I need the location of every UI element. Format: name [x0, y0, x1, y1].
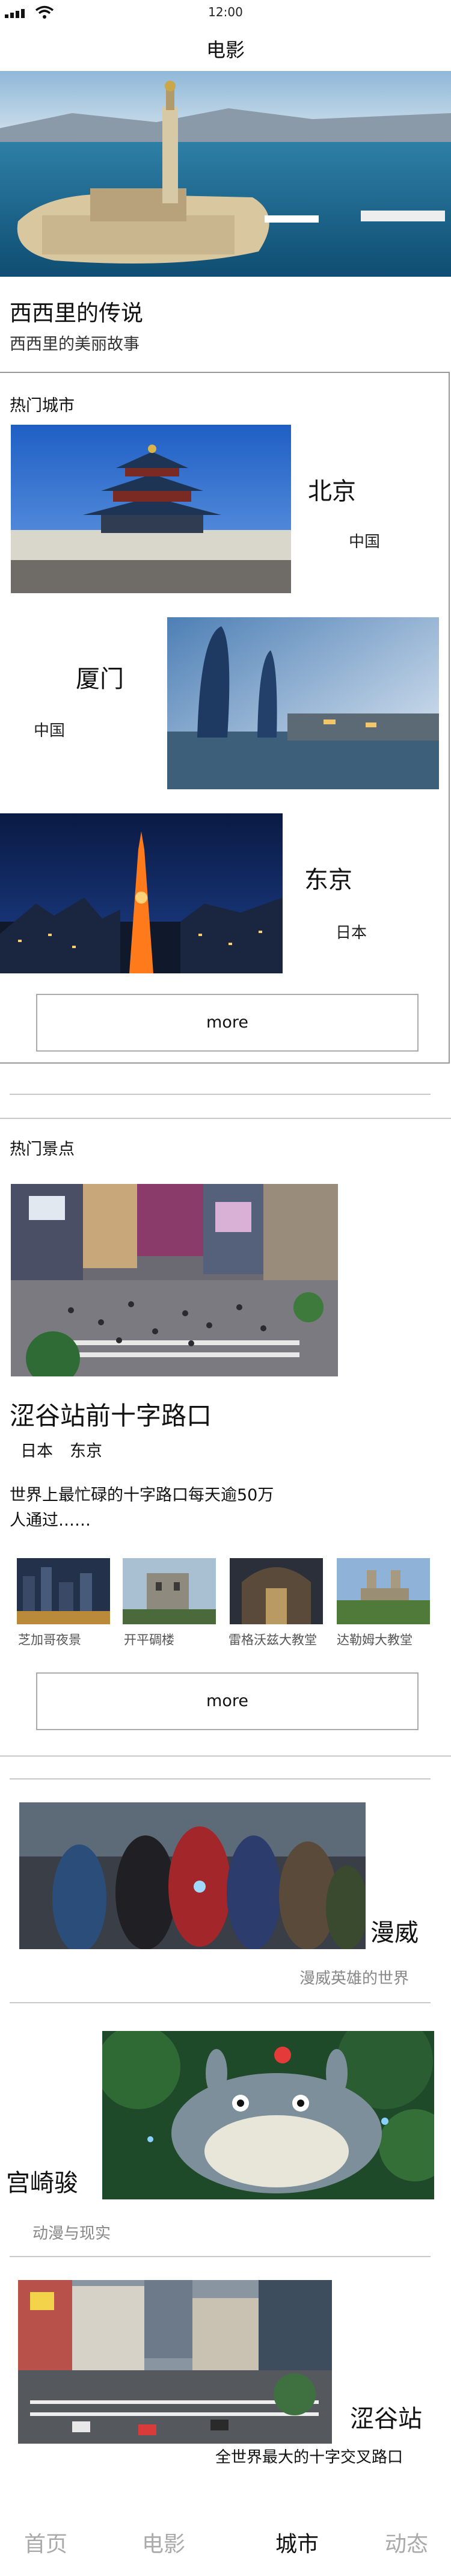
spot-photo-shibuya[interactable] [11, 1184, 338, 1376]
divider [10, 2256, 431, 2257]
divider [10, 1094, 431, 1095]
status-time: 12:00 [208, 5, 243, 19]
more-cities-button[interactable]: more [36, 994, 419, 1052]
thumbnail-regensburg[interactable] [230, 1558, 323, 1624]
hot-spots-label: 热门景点 [10, 1140, 75, 1159]
spot-title: 涩谷站前十字路口 [10, 1401, 212, 1431]
divider [0, 1118, 451, 1119]
hero-image[interactable] [0, 71, 451, 277]
status-bar: 12:00 [0, 0, 451, 24]
tab-feed[interactable]: 动态 [385, 2527, 428, 2558]
hot-cities-label: 热门城市 [10, 396, 75, 415]
thumbnail-label: 芝加哥夜景 [18, 1633, 81, 1647]
tab-cities[interactable]: 城市 [275, 2527, 319, 2558]
spot-description: 世界上最忙碌的十字路口每天逾50万人通过…… [10, 1486, 274, 1530]
promo-name-marvel: 漫威 [370, 1919, 419, 1947]
divider [0, 1755, 451, 1757]
promo-subtitle-marvel: 漫威英雄的世界 [299, 1970, 410, 1988]
tab-movies[interactable]: 电影 [142, 2527, 185, 2558]
thumbnail-kaiping[interactable] [123, 1558, 216, 1624]
spot-country: 日本 [20, 1442, 53, 1461]
promo-photo-miyazaki[interactable] [102, 2031, 434, 2199]
promo-name-shibuya: 涩谷站 [350, 2405, 422, 2433]
city-country-xiamen: 中国 [34, 722, 66, 740]
promo-subtitle-shibuya: 全世界最大的十字交叉路口 [215, 2448, 403, 2467]
promo-name-miyazaki: 宫崎骏 [6, 2169, 78, 2197]
tab-bar: 首页 电影 城市 动态 [0, 2509, 451, 2576]
page-title: 电影 [206, 39, 245, 61]
hero-title: 西西里的传说 [10, 300, 143, 326]
more-spots-button[interactable]: more [36, 1672, 419, 1730]
thumbnail-label: 达勒姆大教堂 [337, 1633, 413, 1647]
promo-subtitle-miyazaki: 动漫与现实 [32, 2225, 111, 2243]
city-name-beijing: 北京 [308, 478, 356, 505]
thumbnail-chicago[interactable] [17, 1558, 110, 1624]
city-country-tokyo: 日本 [336, 924, 367, 942]
tab-home[interactable]: 首页 [24, 2527, 67, 2558]
promo-photo-marvel[interactable] [19, 1802, 366, 1949]
thumbnail-label: 雷格沃兹大教堂 [229, 1633, 317, 1647]
city-photo-xiamen[interactable] [167, 617, 439, 789]
city-name-xiamen: 厦门 [76, 665, 124, 693]
divider [10, 1778, 431, 1779]
promo-photo-shibuya[interactable] [18, 2280, 332, 2444]
thumbnail-label: 开平碉楼 [124, 1633, 174, 1647]
city-name-tokyo: 东京 [304, 866, 352, 894]
city-photo-beijing[interactable] [11, 425, 291, 593]
hero-subtitle: 西西里的美丽故事 [10, 335, 140, 354]
city-photo-tokyo[interactable] [0, 813, 283, 973]
thumbnail-durham[interactable] [337, 1558, 430, 1624]
spot-city: 东京 [70, 1442, 102, 1461]
divider [10, 2002, 431, 2003]
city-country-beijing: 中国 [349, 533, 381, 551]
